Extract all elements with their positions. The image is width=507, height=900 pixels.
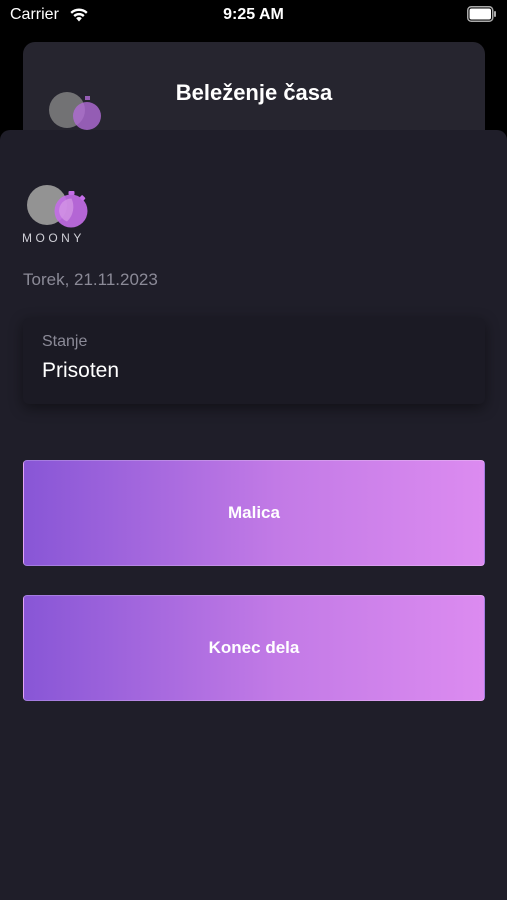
lunch-button[interactable]: Malica: [23, 460, 485, 566]
end-work-button[interactable]: Konec dela: [23, 595, 485, 701]
status-card-label: Stanje: [42, 333, 88, 350]
status-card: Stanje Prisoten: [23, 318, 485, 404]
status-card-value: Prisoten: [42, 359, 120, 382]
battery-icon: [467, 6, 496, 22]
parent-sheet-title: Beleženje časa: [175, 80, 333, 105]
app-screen: Carrier 9:25 AM Beleženje časa MOONY Tor…: [0, 0, 507, 900]
moony-logo-icon: [27, 185, 88, 228]
status-bar: Carrier 9:25 AM: [0, 0, 507, 32]
status-time: 9:25 AM: [223, 6, 284, 23]
moony-logo: MOONY: [22, 184, 92, 246]
logo-wordmark: MOONY: [22, 231, 85, 245]
date-label: Torek, 21.11.2023: [23, 270, 158, 289]
time-tracking-sheet: MOONY Torek, 21.11.2023 Stanje Prisoten …: [0, 130, 507, 900]
